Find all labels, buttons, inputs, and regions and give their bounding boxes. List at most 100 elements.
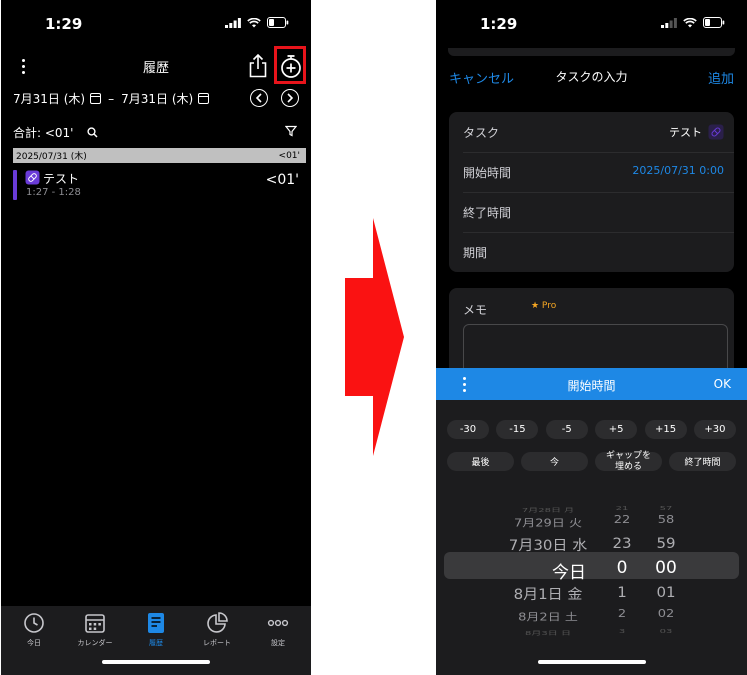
day-total: <01' xyxy=(278,150,300,161)
status-bar: 1:29 xyxy=(436,0,747,44)
end-time-label: 終了時間 xyxy=(463,206,512,220)
wheel-row[interactable]: 今日 0 00 xyxy=(436,558,747,583)
offset-buttons: -30 -15 -5 +5 +15 +30 xyxy=(447,420,736,439)
offset-minus-5-button[interactable]: -5 xyxy=(545,420,588,439)
offset-plus-30-button[interactable]: +30 xyxy=(693,420,736,439)
wheel-hour: 21 xyxy=(615,505,629,512)
nav-bar: キャンセル タスクの入力 追加 xyxy=(436,66,747,88)
task-label: タスク xyxy=(463,126,500,140)
tab-settings[interactable]: 設定 xyxy=(247,612,309,648)
wheel-row[interactable]: 8月1日 金 1 01 xyxy=(436,584,747,607)
wheel-hour: 1 xyxy=(617,583,627,601)
add-button[interactable]: 追加 xyxy=(708,68,734,87)
sheet-title: タスクの入力 xyxy=(555,70,628,84)
wheel-date: 7月29日 火 xyxy=(514,517,582,530)
total-label: 合計: <01' xyxy=(13,125,74,140)
wheel-date: 7月28日 月 xyxy=(521,507,575,514)
more-dots-icon xyxy=(267,619,289,627)
wheel-minute: 01 xyxy=(656,583,676,601)
sheet-backdrop xyxy=(448,48,735,56)
status-time: 1:29 xyxy=(480,15,518,33)
tab-label: 履歴 xyxy=(149,639,163,647)
calendar-icon[interactable] xyxy=(90,93,102,104)
wheel-hour: 22 xyxy=(613,514,631,527)
pie-chart-icon xyxy=(207,612,228,633)
total-row: 合計: <01' xyxy=(13,124,299,140)
wheel-row[interactable]: 7月29日 火 22 58 xyxy=(436,514,747,533)
status-icons xyxy=(225,17,289,28)
entry-time: 1:27 - 1:28 xyxy=(26,187,81,198)
history-screen: 1:29 履歴 7月31日 (木) – 7月31日 (木) 合計: <01' 2… xyxy=(1,0,311,675)
wheel-minute: 58 xyxy=(657,514,675,527)
task-value-wrap: テスト xyxy=(669,124,724,140)
tab-label: 今日 xyxy=(27,639,41,647)
wheel-hour: 0 xyxy=(616,558,628,578)
wheel-row[interactable]: 8月2日 土 2 02 xyxy=(436,608,747,627)
tab-calendar[interactable]: カレンダー xyxy=(64,612,126,648)
day-date: 2025/07/31 (木) xyxy=(16,152,87,162)
day-header: 2025/07/31 (木) <01' xyxy=(13,148,306,163)
task-row[interactable]: タスク テスト xyxy=(449,112,734,152)
entry-name: テスト xyxy=(43,172,80,186)
pill-icon xyxy=(25,170,40,185)
wheel-minute: 02 xyxy=(657,608,675,621)
period-label: 期間 xyxy=(463,246,488,260)
tab-today[interactable]: 今日 xyxy=(3,612,65,648)
wheel-minute: 03 xyxy=(659,628,673,635)
chevron-right-icon[interactable] xyxy=(281,89,299,107)
date-separator: – xyxy=(108,91,115,106)
date-range: 7月31日 (木) – 7月31日 (木) xyxy=(13,90,210,107)
chevron-left-icon[interactable] xyxy=(250,89,268,107)
ok-button[interactable]: OK xyxy=(714,377,731,391)
task-color-bar xyxy=(13,170,17,200)
clock-icon xyxy=(24,613,44,633)
period-row[interactable]: 期間 xyxy=(449,232,734,272)
calendar-icon[interactable] xyxy=(198,93,210,104)
wifi-icon xyxy=(247,17,261,27)
home-indicator xyxy=(102,660,210,664)
wheel-date: 今日 xyxy=(552,563,586,583)
end-time-row[interactable]: 終了時間 xyxy=(449,192,734,232)
status-icons xyxy=(661,17,725,28)
picker-title: 開始時間 xyxy=(567,379,616,393)
tab-bar: 今日 カレンダー 履歴 レポート 設定 xyxy=(1,606,311,675)
list-item[interactable]: テスト 1:27 - 1:28 <01' xyxy=(13,168,299,202)
wheel-row[interactable]: 8月3日 日 3 03 xyxy=(436,628,747,641)
wheel-date: 8月1日 金 xyxy=(513,585,583,603)
filter-icon[interactable] xyxy=(285,125,297,137)
start-time-row[interactable]: 開始時間 2025/07/31 0:00 xyxy=(449,152,734,192)
offset-minus-15-button[interactable]: -15 xyxy=(496,420,539,439)
battery-icon xyxy=(703,17,725,28)
wheel-hour: 3 xyxy=(618,628,626,635)
wheel-hour: 2 xyxy=(617,608,627,621)
start-time-value: 2025/07/31 0:00 xyxy=(632,164,724,177)
offset-plus-5-button[interactable]: +5 xyxy=(595,420,638,439)
nav-bar: 履歴 xyxy=(1,50,311,82)
signal-icon xyxy=(661,17,677,28)
wheel-date: 7月30日 水 xyxy=(508,536,588,554)
wheel-hour: 23 xyxy=(612,534,632,552)
tab-label: 設定 xyxy=(271,639,285,647)
status-time: 1:29 xyxy=(45,15,83,33)
wheel-minute: 00 xyxy=(655,558,677,578)
tab-history[interactable]: 履歴 xyxy=(125,612,187,648)
tab-label: レポート xyxy=(203,639,231,647)
date-to[interactable]: 7月31日 (木) xyxy=(121,90,193,107)
start-time-label: 開始時間 xyxy=(463,166,512,180)
history-icon xyxy=(148,613,164,633)
memo-label: メモ xyxy=(463,303,488,317)
search-icon[interactable] xyxy=(87,126,99,138)
share-icon[interactable] xyxy=(247,53,269,79)
status-bar: 1:29 xyxy=(1,0,311,44)
date-time-wheel[interactable]: 7月28日 月 21 57 7月29日 火 22 58 7月30日 水 23 59 今日 0 00 8月… xyxy=(436,450,747,637)
task-value: テスト xyxy=(669,126,702,139)
entry-duration: <01' xyxy=(265,172,299,188)
wheel-date: 8月2日 土 xyxy=(518,611,578,624)
picker-header: 開始時間 OK xyxy=(436,368,747,400)
date-from[interactable]: 7月31日 (木) xyxy=(13,90,85,107)
tab-report[interactable]: レポート xyxy=(186,612,248,648)
home-indicator xyxy=(537,660,646,664)
wheel-row[interactable]: 7月30日 水 23 59 xyxy=(436,535,747,558)
offset-minus-30-button[interactable]: -30 xyxy=(447,420,489,439)
offset-plus-15-button[interactable]: +15 xyxy=(644,420,687,439)
